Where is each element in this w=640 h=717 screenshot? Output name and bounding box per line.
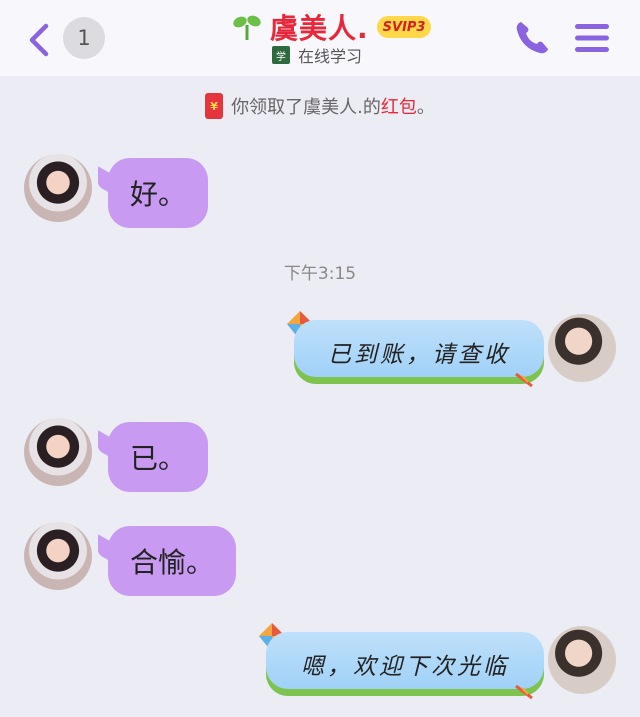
back-chevron-icon [29,23,49,57]
contact-avatar[interactable] [24,418,92,486]
back-button[interactable] [22,20,56,60]
red-envelope-notice: 你领取了虞美人.的 红包 。 [0,90,640,122]
red-envelope-icon [205,93,224,119]
menu-icon[interactable] [574,22,610,54]
notice-suffix: 。 [416,97,435,118]
message-bubble-incoming[interactable]: 合愉。 [108,526,237,596]
online-status: 学 在线学习 [272,44,362,66]
contact-avatar[interactable] [24,154,92,222]
message-timestamp: 下午3:15 [283,264,357,284]
message-bubble-incoming[interactable]: 好。 [108,158,209,228]
study-icon: 学 [272,46,290,64]
contact-name: 虞美人. [270,12,369,45]
message-bubble-incoming[interactable]: 已。 [108,422,209,492]
kite-tail-icon [515,684,533,700]
my-avatar[interactable] [548,626,616,694]
message-bubble-outgoing[interactable]: 嗯，欢迎下次光临 [266,632,544,696]
sprout-icon [233,15,261,40]
message-bubble-outgoing[interactable]: 已到账，请查收 [294,320,544,384]
chat-header: 1 虞美人. SVIP3 学 在线学习 [0,0,640,76]
contact-avatar[interactable] [24,522,92,590]
phone-icon[interactable] [512,18,552,58]
vip-badge: SVIP3 [376,16,432,38]
status-text: 在线学习 [298,47,363,66]
red-envelope-link[interactable]: 红包 [381,93,417,119]
unread-count-badge[interactable]: 1 [63,17,105,59]
contact-title-row[interactable]: 虞美人. SVIP3 [232,10,432,45]
kite-tail-icon [515,372,533,388]
notice-text: 你领取了虞美人.的 [231,97,381,118]
my-avatar[interactable] [548,314,616,382]
